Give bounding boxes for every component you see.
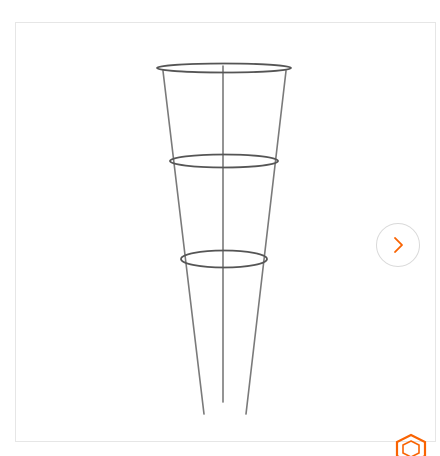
chevron-right-icon [394,237,403,253]
hexagon-logo-icon [395,433,427,456]
product-image-tomato-cage [156,62,292,415]
cage-leg-left [162,70,205,415]
cage-leg-right [245,70,287,415]
cage-ring-top [156,62,292,74]
cage-ring-bottom [180,249,268,269]
next-image-button[interactable] [376,223,420,267]
cage-ring-middle [169,153,279,169]
brand-logo [391,432,431,456]
